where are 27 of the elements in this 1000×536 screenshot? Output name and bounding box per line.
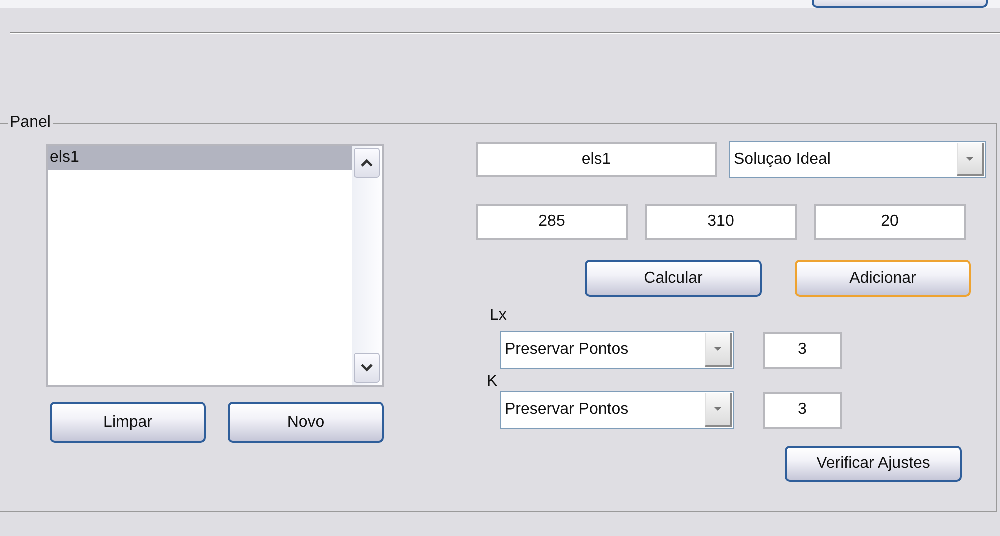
setting-label: K — [487, 373, 498, 391]
chevron-up-icon — [361, 159, 373, 167]
value-field[interactable]: 3 — [763, 392, 842, 428]
mode-dropdown[interactable]: Preservar Pontos — [500, 391, 734, 429]
item-list[interactable]: els1 — [46, 144, 384, 387]
dropdown-arrow-icon — [965, 156, 975, 162]
value-field[interactable]: 3 — [763, 332, 842, 368]
list-item[interactable]: els1 — [48, 146, 352, 170]
number-field[interactable]: 20 — [814, 204, 966, 240]
verify-button[interactable]: Verificar Ajustes — [785, 446, 962, 482]
add-button[interactable]: Adicionar — [795, 260, 971, 297]
scroll-down-button[interactable] — [354, 353, 380, 383]
dropdown-arrow-icon — [713, 346, 723, 352]
number-field[interactable]: 285 — [476, 204, 628, 240]
chevron-down-icon — [361, 364, 373, 372]
setting-label: Lx — [490, 307, 507, 325]
dropdown-arrow-icon — [713, 406, 723, 412]
mode-dropdown[interactable]: Preservar Pontos — [500, 331, 734, 369]
scroll-up-button[interactable] — [354, 148, 380, 178]
new-button[interactable]: Novo — [228, 402, 384, 443]
name-field[interactable]: els1 — [476, 142, 717, 177]
clear-button[interactable]: Limpar — [50, 402, 206, 443]
solution-dropdown[interactable]: Soluçao Ideal — [729, 141, 986, 178]
number-field[interactable]: 310 — [645, 204, 797, 240]
scrollbar[interactable] — [352, 146, 382, 385]
calculate-button[interactable]: Calcular — [585, 260, 762, 297]
panel-title: Panel — [9, 116, 52, 130]
